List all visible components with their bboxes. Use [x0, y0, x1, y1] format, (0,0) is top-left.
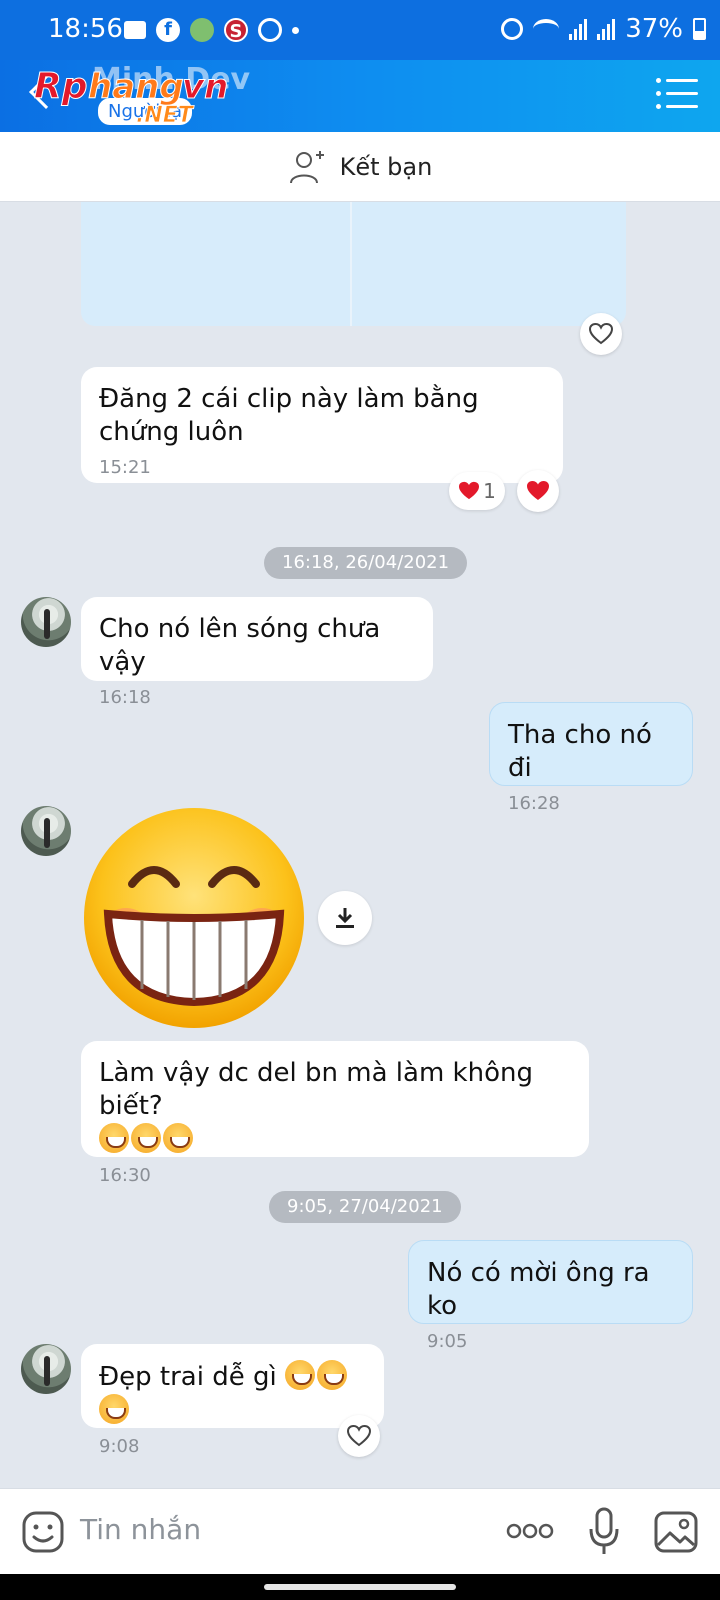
signal-icon	[569, 18, 588, 40]
svg-text:.NET: .NET	[136, 103, 195, 126]
react-heart-button[interactable]	[517, 470, 559, 512]
contact-avatar[interactable]	[21, 806, 71, 856]
laughing-emoji-icon	[99, 1394, 129, 1424]
download-icon	[336, 908, 354, 928]
message-input[interactable]: Tin nhắn	[80, 1513, 201, 1546]
message-bubble-received[interactable]: Đăng 2 cái clip này làm bằng chứng luôn …	[81, 367, 563, 483]
microphone-icon[interactable]	[587, 1507, 621, 1557]
more-options-icon[interactable]	[506, 1523, 554, 1539]
system-icons: 37%	[501, 14, 706, 44]
reaction-count-chip[interactable]: 1	[449, 472, 505, 510]
like-heart-button[interactable]	[338, 1415, 380, 1457]
heart-outline-icon	[347, 1425, 371, 1447]
add-friend-icon	[289, 150, 324, 183]
reaction-count: 1	[483, 479, 496, 503]
signal-2-icon	[597, 18, 616, 40]
watermark-logo: Rp hang vn .NET	[34, 66, 229, 127]
message-text: Tha cho nó đi	[508, 720, 652, 783]
laughing-emoji-icon	[316, 1360, 347, 1390]
message-bubble-received[interactable]: Đẹp trai dễ gì 9:08	[81, 1344, 384, 1457]
laughing-emoji-icon	[284, 1360, 315, 1390]
message-time: 16:30	[99, 1165, 151, 1186]
notification-icons: f S	[124, 18, 299, 42]
message-time: 9:08	[99, 1436, 140, 1457]
more-notifications-dot-icon	[292, 26, 299, 34]
message-time: 16:28	[508, 793, 560, 814]
media-divider	[350, 202, 352, 326]
message-bubble-received[interactable]: Làm vậy dc del bn mà làm không biết? 16:…	[81, 1041, 589, 1186]
message-bubble-received[interactable]: Cho nó lên sóng chưa vậy 16:18	[81, 597, 433, 708]
like-heart-button[interactable]	[580, 313, 622, 355]
sticker-emoji-icon[interactable]	[22, 1511, 64, 1553]
wifi-icon	[533, 19, 560, 39]
message-time: 9:05	[427, 1331, 468, 1352]
gear-notification-icon	[258, 18, 282, 42]
message-bubble-sent[interactable]: Tha cho nó đi 16:28	[489, 702, 693, 814]
heart-filled-icon	[459, 481, 480, 500]
app-notification-icon	[190, 18, 214, 42]
message-composer: Tin nhắn	[0, 1488, 720, 1574]
message-text: Nó có mời ông ra ko	[427, 1258, 650, 1321]
s-app-notification-icon: S	[224, 18, 248, 42]
message-text: Đăng 2 cái clip này làm bằng chứng luôn	[99, 384, 479, 447]
status-time: 18:56	[48, 14, 123, 44]
message-text: Cho nó lên sóng chưa vậy	[99, 614, 381, 677]
home-gesture-pill[interactable]	[264, 1584, 456, 1590]
add-friend-button[interactable]: Kết bạn	[0, 132, 720, 202]
facebook-notification-icon: f	[156, 18, 180, 42]
laughing-emoji-icon	[131, 1123, 161, 1153]
heart-filled-icon	[527, 481, 549, 500]
chat-header: Minh Dev Người lạ Rp hang vn .NET	[0, 60, 720, 132]
message-notification-icon	[124, 21, 146, 39]
contact-avatar[interactable]	[21, 597, 71, 647]
message-text: Làm vậy dc del bn mà làm không biết?	[99, 1058, 533, 1121]
gallery-image-icon[interactable]	[654, 1511, 698, 1553]
battery-icon	[693, 18, 706, 40]
svg-text:vn: vn	[182, 67, 228, 107]
battery-percent: 37%	[625, 14, 683, 44]
menu-list-icon[interactable]	[656, 78, 698, 110]
svg-text:Rp: Rp	[34, 66, 88, 107]
system-navigation-bar	[0, 1574, 720, 1600]
add-friend-label: Kết bạn	[339, 152, 433, 181]
video-attachments[interactable]	[81, 202, 626, 326]
message-time: 16:18	[99, 687, 151, 708]
message-bubble-sent[interactable]: Nó có mời ông ra ko 9:05	[408, 1240, 693, 1352]
message-text: Đẹp trai dễ gì	[99, 1362, 277, 1392]
alarm-icon	[501, 18, 524, 40]
date-separator: 16:18, 26/04/2021	[264, 547, 468, 579]
date-separator: 9:05, 27/04/2021	[269, 1191, 461, 1223]
download-button[interactable]	[318, 891, 372, 945]
heart-outline-icon	[589, 323, 613, 345]
contact-avatar[interactable]	[21, 1344, 71, 1394]
status-bar: 18:56 f S 37%	[0, 0, 720, 60]
laughing-emoji-icon	[163, 1123, 193, 1153]
laughing-emoji-icon	[99, 1123, 129, 1153]
grinning-sticker[interactable]	[80, 804, 308, 1032]
svg-text:hang: hang	[88, 67, 184, 107]
